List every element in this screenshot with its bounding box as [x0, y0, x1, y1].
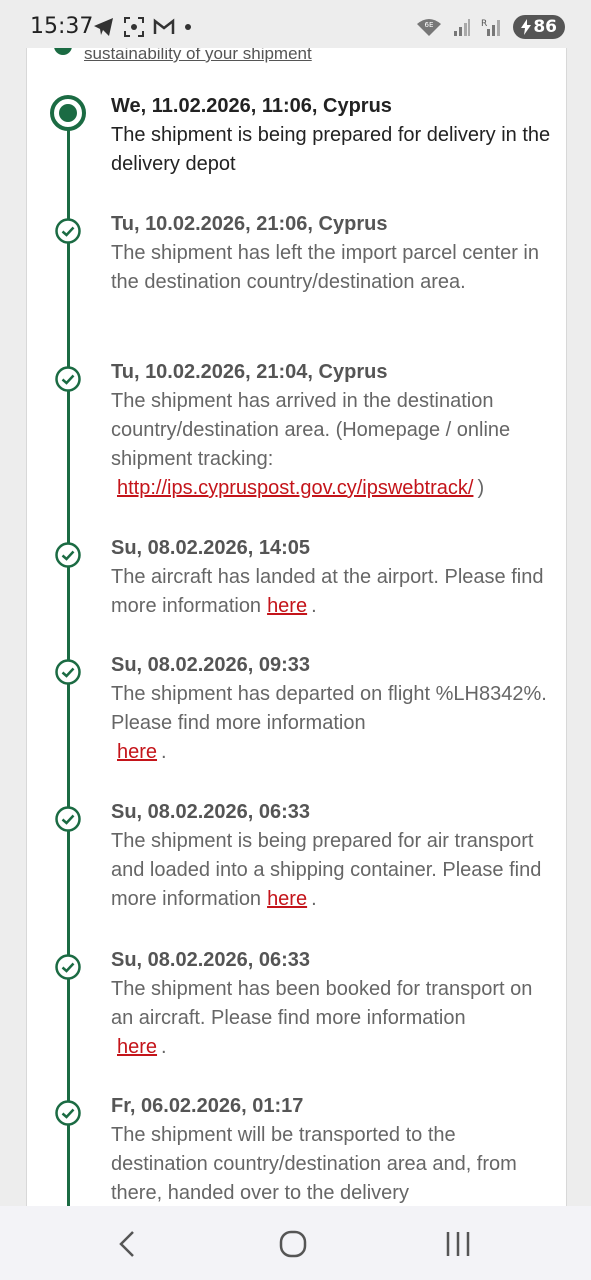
- signal-r-icon: R: [481, 19, 501, 36]
- tracking-url-link[interactable]: http://ips.cypruspost.gov.cy/ipswebtrack…: [117, 477, 473, 499]
- event-description: The aircraft has landed at the airport. …: [111, 566, 544, 617]
- check-circle-icon: [55, 218, 81, 244]
- recents-icon[interactable]: [438, 1228, 478, 1260]
- check-circle-icon: [55, 366, 81, 392]
- battery-charging-icon: [521, 19, 532, 35]
- event-date: Tu, 10.02.2026, 21:04, Cyprus: [111, 361, 388, 383]
- status-bar: 15:37 6E R 86: [0, 0, 591, 50]
- event-date: Su, 08.02.2026, 06:33: [111, 949, 311, 971]
- battery-level: 86: [533, 17, 557, 37]
- event-description: The shipment has arrived in the destinat…: [111, 390, 511, 499]
- event-description: The shipment has been booked for transpo…: [111, 978, 533, 1058]
- svg-text:R: R: [481, 19, 487, 29]
- back-icon[interactable]: [108, 1228, 148, 1260]
- event-description: The shipment has departed on flight %LH8…: [111, 683, 547, 763]
- leaf-icon: [54, 48, 72, 55]
- sustainability-link[interactable]: sustainability of your shipment: [84, 48, 312, 64]
- telegram-icon: [94, 18, 113, 36]
- event-date: Su, 08.02.2026, 06:33: [111, 801, 311, 823]
- check-circle-icon: [55, 806, 81, 832]
- event-description: The shipment is being prepared for deliv…: [111, 124, 551, 175]
- here-link[interactable]: here: [117, 741, 157, 763]
- gmail-icon: [153, 18, 175, 34]
- here-link[interactable]: here: [267, 888, 307, 910]
- here-link[interactable]: here: [267, 595, 307, 617]
- check-circle-icon: [55, 1100, 81, 1126]
- svg-text:6E: 6E: [425, 21, 434, 29]
- check-circle-icon: [55, 542, 81, 568]
- event-description: The shipment has left the import parcel …: [111, 242, 539, 293]
- check-circle-icon: [55, 954, 81, 980]
- navigation-bar: [0, 1206, 591, 1280]
- status-time: 15:37: [30, 14, 94, 39]
- event-date: We, 11.02.2026, 11:06, Cyprus: [111, 95, 392, 117]
- event-date: Su, 08.02.2026, 14:05: [111, 537, 311, 559]
- current-status-icon: [50, 95, 86, 131]
- wifi-6e-icon: 6E: [417, 19, 442, 36]
- tracking-card: sustainability of your shipment We, 11.0…: [26, 48, 567, 1208]
- notification-icons: [93, 14, 193, 40]
- dot-icon: [185, 24, 191, 30]
- event-date: Tu, 10.02.2026, 21:06, Cyprus: [111, 213, 388, 235]
- event-description: The shipment is being prepared for air t…: [111, 830, 542, 910]
- event-description: The shipment will be transported to the …: [111, 1124, 517, 1204]
- screenshot-icon: [124, 17, 144, 37]
- signal-icon: [454, 19, 471, 36]
- home-icon[interactable]: [273, 1228, 313, 1260]
- battery-indicator: 86: [513, 15, 565, 39]
- system-icons: 6E R 86: [415, 14, 565, 40]
- check-circle-icon: [55, 659, 81, 685]
- event-date: Su, 08.02.2026, 09:33: [111, 654, 311, 676]
- here-link[interactable]: here: [117, 1036, 157, 1058]
- event-date: Fr, 06.02.2026, 01:17: [111, 1095, 304, 1117]
